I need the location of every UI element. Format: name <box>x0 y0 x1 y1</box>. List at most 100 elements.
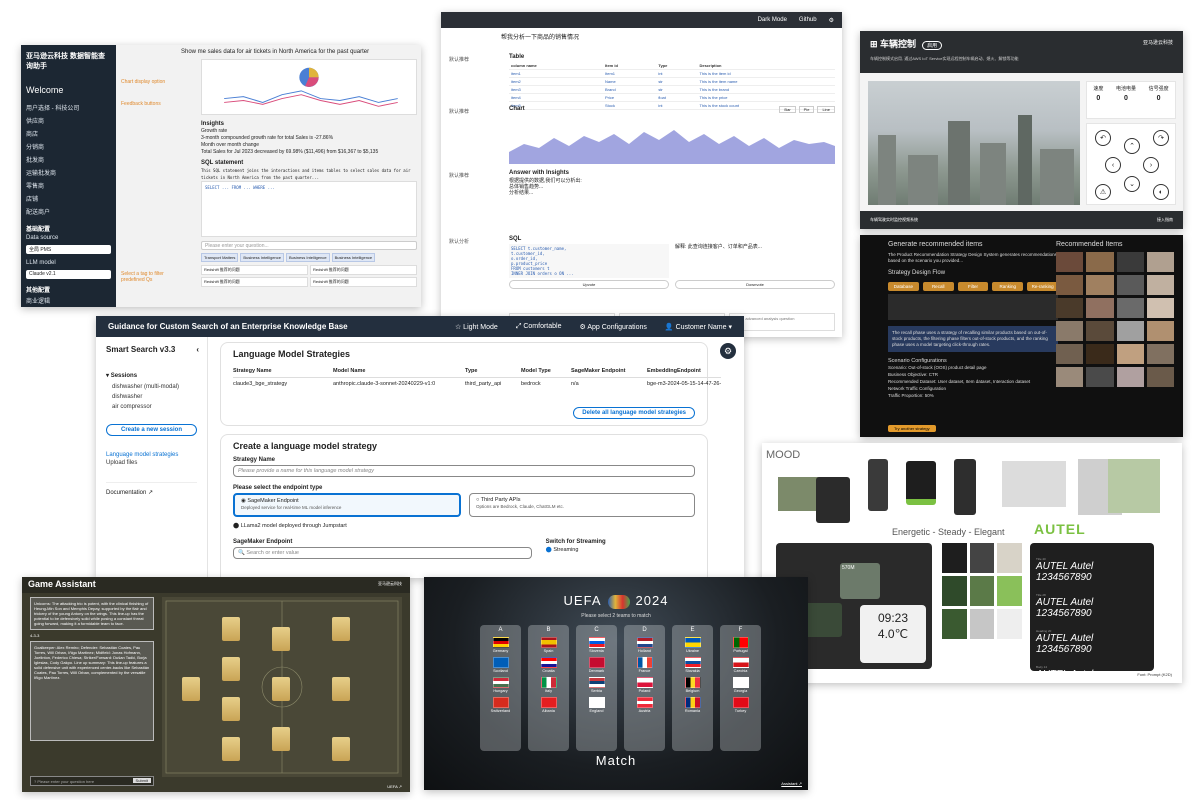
product-thumbnail[interactable] <box>1086 298 1114 318</box>
upvote-button[interactable]: Upvote <box>509 280 669 289</box>
player-card[interactable] <box>182 677 200 701</box>
sidebar-item[interactable]: 商店 <box>26 127 111 140</box>
product-thumbnail[interactable] <box>1086 344 1114 364</box>
sidebar-item[interactable]: 用户选择 - 科技公司 <box>26 101 111 114</box>
upload-link[interactable]: Upload files <box>106 460 197 466</box>
streaming-toggle[interactable]: ⬤ Streaming <box>546 547 695 553</box>
player-card[interactable] <box>332 737 350 761</box>
player-card[interactable] <box>222 737 240 761</box>
product-thumbnail[interactable] <box>1086 321 1114 341</box>
team-option[interactable]: Turkey <box>720 697 761 713</box>
product-thumbnail[interactable] <box>1146 252 1174 272</box>
documentation-link[interactable]: Documentation ↗ <box>106 482 197 496</box>
session-item[interactable]: dishwasher (multi-modal) <box>106 382 197 392</box>
suggested-question[interactable]: Redshift 推荐的问题 <box>201 265 308 275</box>
session-item[interactable]: dishwasher <box>106 392 197 402</box>
density-toggle[interactable]: ⤢ Comfortable <box>516 323 562 331</box>
line-button[interactable]: Line <box>817 106 835 113</box>
warning-button[interactable]: ⚠ <box>1095 184 1111 200</box>
product-thumbnail[interactable] <box>1116 367 1144 387</box>
third-party-option[interactable]: ○ Third Party APIs Options are Bedrock, C… <box>469 493 695 517</box>
team-option[interactable]: Albania <box>528 697 569 713</box>
product-thumbnail[interactable] <box>1056 275 1084 295</box>
left-button[interactable]: ‹ <box>1105 157 1121 173</box>
down-button[interactable]: ⌄ <box>1124 176 1140 192</box>
submit-button[interactable]: Submit <box>132 778 151 783</box>
team-option[interactable]: Germany <box>480 637 521 653</box>
pie-button[interactable]: Pie <box>798 106 815 113</box>
product-thumbnail[interactable] <box>1116 344 1144 364</box>
team-option[interactable]: Belgium <box>672 677 713 693</box>
product-thumbnail[interactable] <box>1146 275 1174 295</box>
team-option[interactable]: Romania <box>672 697 713 713</box>
product-thumbnail[interactable] <box>1146 344 1174 364</box>
gear-icon[interactable]: ⚙ <box>720 343 736 359</box>
question-input[interactable]: ? Please enter your question here Submit <box>30 776 154 786</box>
product-thumbnail[interactable] <box>1086 367 1114 387</box>
player-card[interactable] <box>272 727 290 751</box>
player-card[interactable] <box>222 657 240 681</box>
sidebar-item[interactable]: 运输批发商 <box>26 166 111 179</box>
product-thumbnail[interactable] <box>1086 252 1114 272</box>
right-button[interactable]: › <box>1143 157 1159 173</box>
assistant-link[interactable]: Assistant ↗ <box>781 781 802 786</box>
product-thumbnail[interactable] <box>1056 298 1084 318</box>
player-card[interactable] <box>332 617 350 641</box>
sidebar-item[interactable]: 批发商 <box>26 153 111 166</box>
bar-button[interactable]: Bar <box>779 106 796 113</box>
rotate-right-button[interactable]: ↷ <box>1153 130 1169 146</box>
product-thumbnail[interactable] <box>1056 344 1084 364</box>
team-option[interactable]: England <box>576 697 617 713</box>
team-option[interactable]: Georgia <box>720 677 761 693</box>
team-option[interactable]: Portugal <box>720 637 761 653</box>
tag-chip[interactable]: Transport Matters <box>201 253 239 262</box>
sidebar-item[interactable]: 店铺 <box>26 192 111 205</box>
team-option[interactable]: Italy <box>528 677 569 693</box>
player-card[interactable] <box>332 677 350 701</box>
llama-toggle[interactable]: ⬤ LLama2 model deployed through Jumpstar… <box>233 523 695 529</box>
dark-mode-link[interactable]: Dark Mode <box>758 17 787 23</box>
create-session-button[interactable]: Create a new session <box>106 424 197 436</box>
player-card[interactable] <box>272 677 290 701</box>
product-thumbnail[interactable] <box>1116 321 1144 341</box>
strategies-link[interactable]: Language model strategies <box>106 452 197 458</box>
product-thumbnail[interactable] <box>1056 367 1084 387</box>
collapse-icon[interactable]: ‹ <box>196 345 199 354</box>
product-thumbnail[interactable] <box>1086 275 1114 295</box>
session-item[interactable]: air compressor <box>106 402 197 412</box>
team-option[interactable]: Denmark <box>576 657 617 673</box>
sidebar-item[interactable]: 配送商户 <box>26 205 111 218</box>
prompt-input[interactable]: Please enter your question... <box>201 241 417 250</box>
player-card[interactable] <box>272 627 290 651</box>
sidebar-item[interactable]: 零售商 <box>26 179 111 192</box>
team-option[interactable]: Poland <box>624 677 665 693</box>
team-option[interactable]: Croatia <box>528 657 569 673</box>
team-option[interactable]: Austria <box>624 697 665 713</box>
product-thumbnail[interactable] <box>1056 252 1084 272</box>
hint-card[interactable]: Ask an advanced analysis question <box>729 313 835 331</box>
product-thumbnail[interactable] <box>1146 321 1174 341</box>
sidebar-item[interactable]: 分销商 <box>26 140 111 153</box>
sm-endpoint-input[interactable]: 🔍 Search or enter value <box>233 547 532 559</box>
uefa-link[interactable]: UEFA ↗ <box>387 784 402 789</box>
downvote-button[interactable]: Downvote <box>675 280 835 289</box>
player-card[interactable] <box>222 697 240 721</box>
team-option[interactable]: Scotland <box>480 657 521 673</box>
team-option[interactable]: Switzerland <box>480 697 521 713</box>
light-mode-toggle[interactable]: ☆ Light Mode <box>455 323 498 331</box>
tag-chip[interactable]: Business Intelligence <box>331 253 376 262</box>
horn-button[interactable]: ◐ <box>1153 184 1169 200</box>
product-thumbnail[interactable] <box>1116 298 1144 318</box>
product-thumbnail[interactable] <box>1146 367 1174 387</box>
delete-all-button[interactable]: Delete all language model strategies <box>573 407 695 419</box>
strategy-name-input[interactable]: Please provide a name for this language … <box>233 465 695 477</box>
team-option[interactable]: Serbia <box>576 677 617 693</box>
team-option[interactable]: Slovakia <box>672 657 713 673</box>
team-option[interactable]: Holland <box>624 637 665 653</box>
llm-select[interactable]: Claude v2.1 <box>26 270 111 279</box>
team-option[interactable]: Czechia <box>720 657 761 673</box>
tag-chip[interactable]: Business Intelligence <box>240 253 284 262</box>
tag-chip[interactable]: Business Intelligence <box>286 253 330 262</box>
suggested-question[interactable]: Redshift 推荐的问题 <box>310 265 417 275</box>
other-item[interactable]: 商业逻辑 <box>26 294 111 307</box>
